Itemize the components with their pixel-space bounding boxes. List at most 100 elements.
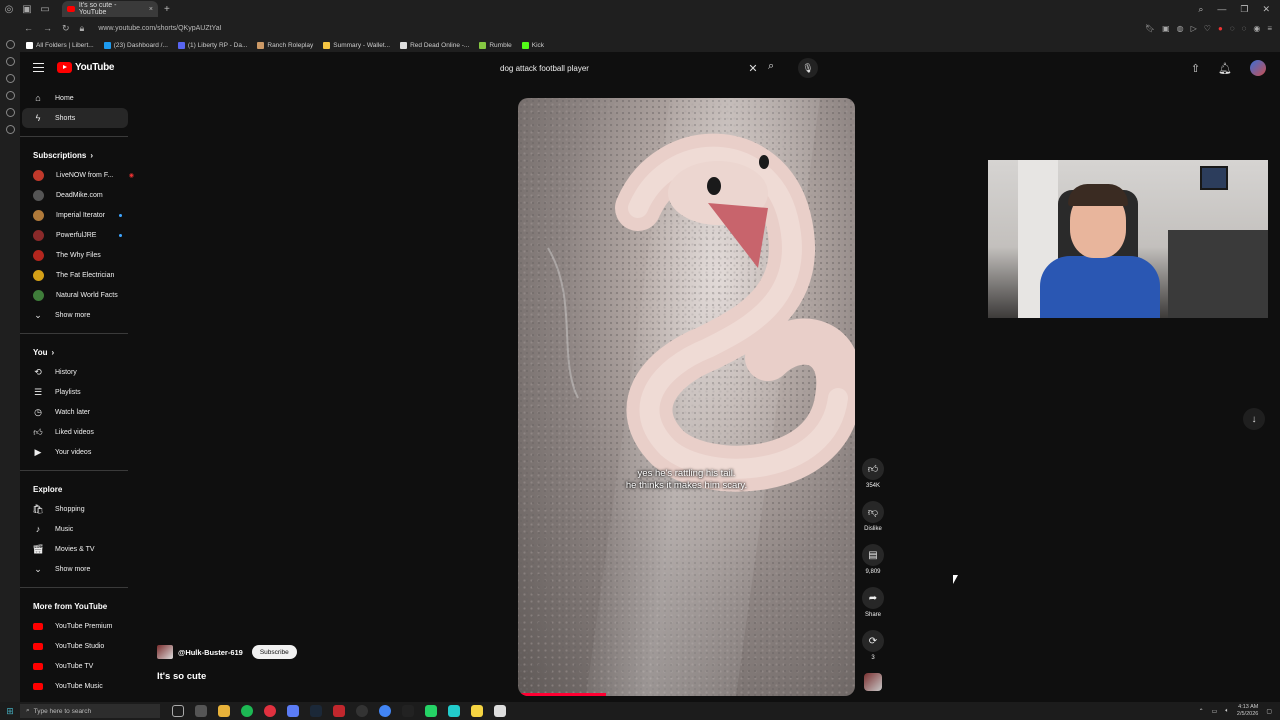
bookmark-item[interactable]: Summary - Wallet... <box>323 41 390 49</box>
explore-heading[interactable]: Explore <box>20 479 140 499</box>
whatsapp-icon[interactable] <box>425 705 437 717</box>
notifications-icon[interactable]: 🔔︎ <box>1218 62 1232 75</box>
bookmark-item[interactable]: (23) Dashboard /... <box>103 41 168 49</box>
avatar[interactable] <box>1250 60 1266 76</box>
sidebar-item-shorts[interactable]: ϟ Shorts <box>22 108 128 128</box>
bookmark-item[interactable]: (1) Liberty RP - Da... <box>177 41 247 49</box>
file-explorer-icon[interactable] <box>218 705 230 717</box>
video-title[interactable]: It's so cute <box>157 671 206 682</box>
task-view-icon[interactable] <box>172 705 184 717</box>
more-from-youtube-heading[interactable]: More from YouTube <box>20 596 140 616</box>
notepad-icon[interactable] <box>494 705 506 717</box>
sidebar-item-imperial-iterator[interactable]: Imperial Iterator <box>20 205 140 225</box>
sidebar-item-music[interactable]: ♪ Music <box>20 519 140 539</box>
clear-search-icon[interactable]: ✕ <box>744 62 762 75</box>
site-info-icon[interactable]: 🔒︎ <box>80 23 85 34</box>
sidebar-app-icon-6[interactable] <box>5 125 15 134</box>
sidebar-item-liked-videos[interactable]: 👍︎ Liked videos <box>20 422 140 442</box>
dark-app-icon[interactable] <box>402 705 414 717</box>
steam-icon[interactable] <box>310 705 322 717</box>
red-app-icon[interactable] <box>333 705 345 717</box>
sidebar-app-icon-2[interactable] <box>5 57 15 66</box>
chrome-icon[interactable] <box>379 705 391 717</box>
channel-name[interactable]: @Hulk-Buster-619 <box>178 648 243 657</box>
close-tab-icon[interactable]: × <box>149 6 153 13</box>
play-extension-icon[interactable]: ▷ <box>1191 24 1197 33</box>
next-short-button[interactable]: ↓ <box>1243 408 1265 430</box>
browser-logo-icon[interactable]: ◎ <box>0 0 18 18</box>
system-clock[interactable]: 4:13 AM 2/5/2026 <box>1237 704 1258 718</box>
sidebar-item-youtube-music[interactable]: YouTube Music <box>20 676 140 696</box>
sidebar-item-shopping[interactable]: 🛍︎ Shopping <box>20 499 140 519</box>
sidebar-item-history[interactable]: ⟲ History <box>20 362 140 382</box>
subscribe-button[interactable]: Subscribe <box>251 645 297 659</box>
extension-icon-3[interactable]: ◌ <box>1230 24 1235 33</box>
volume-icon[interactable]: 🔈︎ <box>1225 708 1229 715</box>
opera-icon[interactable] <box>264 705 276 717</box>
forward-icon[interactable]: → <box>43 23 52 33</box>
search-tabs-icon[interactable]: ⌕ <box>1198 4 1203 15</box>
browser-app-icon[interactable] <box>287 705 299 717</box>
sidebar-item-youtube-tv[interactable]: YouTube TV <box>20 656 140 676</box>
sidebar-app-icon-5[interactable] <box>5 108 15 117</box>
account-icon[interactable]: ◉ <box>1253 24 1260 33</box>
sidebar-item-the-fat-electrician[interactable]: The Fat Electrician <box>20 265 140 285</box>
record-icon[interactable]: ● <box>1218 24 1223 33</box>
taskbar-search[interactable]: ⌕ Type here to search <box>20 704 160 718</box>
upload-icon[interactable]: ⇧ <box>1191 62 1200 75</box>
network-icon[interactable]: ▭ <box>1212 708 1218 715</box>
share-button[interactable]: ➦ <box>862 587 884 609</box>
sidebar-item-natural-world-facts[interactable]: Natural World Facts <box>20 285 140 305</box>
subscriptions-heading[interactable]: Subscriptions › <box>20 145 140 165</box>
extension-icon-1[interactable]: ▣ <box>1162 24 1170 33</box>
sidebar-item-show-more[interactable]: ⌄ Show more <box>20 305 140 325</box>
bookmark-item[interactable]: Kick <box>521 41 544 49</box>
green-app-icon[interactable] <box>448 705 460 717</box>
shorts-video-player[interactable] <box>518 98 855 696</box>
workspaces-icon[interactable]: ▣ <box>18 0 36 18</box>
back-icon[interactable]: ← <box>24 23 33 33</box>
tray-chevron-icon[interactable]: ⌃ <box>1199 708 1204 715</box>
sidebar-item-powerfuljre[interactable]: PowerfulJRE <box>20 225 140 245</box>
url-field[interactable]: www.youtube.com/shorts/QKypAUZtYaI <box>98 25 221 32</box>
bookmark-item[interactable]: Red Dead Online -... <box>400 41 469 49</box>
browser-tab-active[interactable]: It's so cute - YouTube × <box>62 1 158 17</box>
bookmark-item[interactable]: Ranch Roleplay <box>257 41 313 49</box>
search-icon[interactable]: ⌕ <box>768 60 774 73</box>
sidebar-item-deadmike-com[interactable]: DeadMike.com <box>20 185 140 205</box>
sidebar-item-your-videos[interactable]: ▶ Your videos <box>20 442 140 462</box>
video-progress-bar[interactable] <box>518 693 606 696</box>
sidebar-item-livenow-from-f[interactable]: LiveNOW from F... ◉ <box>20 165 140 185</box>
youtube-logo[interactable]: YouTube <box>57 62 115 73</box>
bookmark-item[interactable]: Rumble <box>479 41 512 49</box>
sidebar-item-home[interactable]: ⌂ Home <box>20 88 140 108</box>
sidebar-item-youtube-studio[interactable]: YouTube Studio <box>20 636 140 656</box>
extension-icon-4[interactable]: ◌ <box>1242 24 1247 33</box>
voice-search-icon[interactable]: 🎙︎ <box>798 58 818 78</box>
sidebar-app-icon-1[interactable] <box>5 40 15 49</box>
like-button[interactable]: 👍︎ <box>862 458 884 480</box>
sound-thumbnail[interactable] <box>864 673 882 691</box>
sidebar-item-watch-later[interactable]: ◷ Watch later <box>20 402 140 422</box>
search-input[interactable] <box>492 58 744 78</box>
sidebar-item-youtube-premium[interactable]: YouTube Premium <box>20 616 140 636</box>
sticky-notes-icon[interactable] <box>471 705 483 717</box>
new-tab-button[interactable]: + <box>164 4 170 15</box>
close-window-icon[interactable]: ✕ <box>1262 4 1270 15</box>
bookmark-item[interactable]: All Folders | Libert... <box>26 41 94 49</box>
settings-app-icon[interactable] <box>195 705 207 717</box>
tab-list-icon[interactable]: ▭ <box>36 0 54 18</box>
sidebar-item-playlists[interactable]: ☰ Playlists <box>20 382 140 402</box>
notifications-tray-icon[interactable]: ▢ <box>1266 708 1272 715</box>
sidebar-app-icon-3[interactable] <box>5 74 15 83</box>
heart-icon[interactable]: ♡ <box>1204 24 1211 33</box>
sidebar-app-icon-4[interactable] <box>5 91 15 100</box>
sidebar-item-movies-tv[interactable]: 🎬︎ Movies & TV <box>20 539 140 559</box>
menu-icon[interactable]: ≡ <box>1267 24 1272 33</box>
minimize-icon[interactable]: — <box>1217 4 1226 15</box>
windows-start-icon[interactable]: ⊞ <box>0 706 20 717</box>
remix-button[interactable]: ⟳ <box>862 630 884 652</box>
sidebar-item-show-more[interactable]: ⌄ Show more <box>20 559 140 579</box>
obs-icon[interactable] <box>356 705 368 717</box>
bookmark-icon[interactable]: 🔖︎ <box>1145 24 1155 33</box>
